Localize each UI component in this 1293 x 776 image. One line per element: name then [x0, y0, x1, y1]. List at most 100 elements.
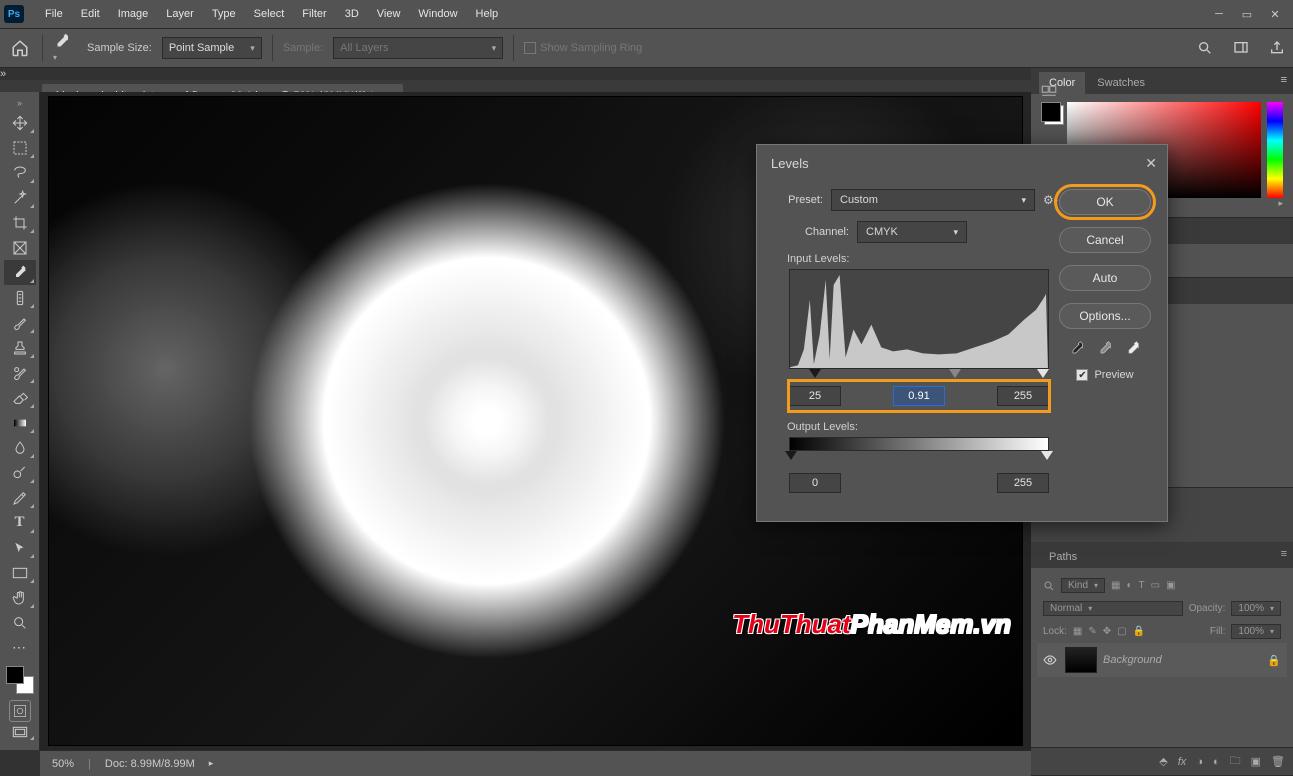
- input-mid-value[interactable]: 0.91: [893, 386, 945, 406]
- menu-type[interactable]: Type: [203, 0, 245, 28]
- input-slider[interactable]: [789, 369, 1049, 381]
- layer-name[interactable]: Background: [1103, 654, 1162, 666]
- input-black-value[interactable]: 25: [789, 386, 841, 406]
- doc-size[interactable]: Doc: 8.99M/8.99M: [105, 758, 195, 770]
- menu-3d[interactable]: 3D: [336, 0, 368, 28]
- tab-paths[interactable]: Paths: [1039, 546, 1087, 568]
- layer-kind-select[interactable]: Kind▾: [1061, 578, 1105, 593]
- hue-slider[interactable]: [1267, 102, 1283, 198]
- filter-pixel-icon[interactable]: ▦: [1111, 580, 1120, 591]
- filter-shape-icon[interactable]: ▭: [1151, 580, 1160, 591]
- sample-size-select[interactable]: Point Sample▾: [162, 37, 262, 59]
- eraser-tool[interactable]: [4, 385, 36, 410]
- lock-position-icon[interactable]: ✥: [1103, 626, 1111, 637]
- cancel-button[interactable]: Cancel: [1059, 227, 1151, 253]
- window-minimize[interactable]: ─: [1205, 4, 1233, 24]
- channel-select[interactable]: CMYK▾: [857, 221, 967, 243]
- lock-pixels-icon[interactable]: ▦: [1073, 626, 1082, 637]
- foreground-color[interactable]: [1041, 102, 1061, 122]
- layer-row-background[interactable]: Background 🔒: [1037, 643, 1287, 677]
- panel-flyout-icon[interactable]: ≡: [1281, 548, 1287, 560]
- workspace-icon[interactable]: [1223, 40, 1249, 56]
- layer-mask-icon[interactable]: ◑: [1196, 756, 1203, 768]
- type-tool[interactable]: T: [4, 510, 36, 535]
- ok-button[interactable]: OK: [1059, 189, 1151, 215]
- input-white-value[interactable]: 255: [997, 386, 1049, 406]
- eyedropper-tool[interactable]: [4, 260, 36, 285]
- filter-smart-icon[interactable]: ▣: [1166, 580, 1175, 591]
- home-button[interactable]: [8, 36, 32, 60]
- preset-gear-icon[interactable]: ⚙▾: [1043, 193, 1058, 207]
- eyedropper-icon[interactable]: ▾: [53, 33, 77, 63]
- menu-edit[interactable]: Edit: [72, 0, 109, 28]
- layer-filter-icon[interactable]: [1043, 580, 1055, 592]
- window-close[interactable]: ✕: [1261, 4, 1289, 24]
- edit-toolbar[interactable]: ⋯: [4, 635, 36, 660]
- histogram[interactable]: [789, 269, 1049, 369]
- black-eyedropper-icon[interactable]: [1069, 341, 1085, 357]
- output-white-slider[interactable]: [1041, 451, 1053, 460]
- dialog-titlebar[interactable]: Levels ✕: [757, 145, 1167, 181]
- toolbar-chevron-icon[interactable]: »: [0, 96, 39, 110]
- midtone-slider[interactable]: [949, 369, 961, 378]
- share-icon[interactable]: [1259, 40, 1285, 56]
- adjustment-layer-icon[interactable]: ◐: [1213, 756, 1220, 768]
- filter-adjust-icon[interactable]: ◐: [1126, 580, 1132, 591]
- panel-flyout-icon[interactable]: ≡: [1281, 74, 1287, 86]
- screen-mode-button[interactable]: [4, 722, 36, 742]
- blur-tool[interactable]: [4, 435, 36, 460]
- gray-eyedropper-icon[interactable]: [1097, 341, 1113, 357]
- output-white-value[interactable]: 255: [997, 473, 1049, 493]
- spot-heal-tool[interactable]: [4, 285, 36, 310]
- opacity-input[interactable]: 100%▾: [1231, 601, 1281, 616]
- menu-filter[interactable]: Filter: [293, 0, 335, 28]
- dodge-tool[interactable]: [4, 460, 36, 485]
- rectangle-tool[interactable]: [4, 560, 36, 585]
- crop-tool[interactable]: [4, 210, 36, 235]
- white-eyedropper-icon[interactable]: [1125, 341, 1141, 357]
- frame-tool[interactable]: [4, 235, 36, 260]
- wand-tool[interactable]: [4, 185, 36, 210]
- tab-swatches[interactable]: Swatches: [1087, 72, 1155, 94]
- fill-input[interactable]: 100%▾: [1231, 624, 1281, 639]
- white-point-slider[interactable]: [1037, 369, 1049, 378]
- hand-tool[interactable]: [4, 585, 36, 610]
- visibility-icon[interactable]: [1043, 653, 1059, 667]
- menu-window[interactable]: Window: [409, 0, 466, 28]
- output-black-slider[interactable]: [785, 451, 797, 460]
- window-restore[interactable]: ▭: [1233, 4, 1261, 24]
- quick-mask-button[interactable]: [9, 700, 31, 722]
- menu-view[interactable]: View: [368, 0, 410, 28]
- dialog-close-icon[interactable]: ✕: [1145, 155, 1157, 172]
- history-brush-tool[interactable]: [4, 360, 36, 385]
- color-swatches[interactable]: [6, 666, 34, 694]
- blend-mode-select[interactable]: Normal▾: [1043, 601, 1183, 616]
- pen-tool[interactable]: [4, 485, 36, 510]
- preset-select[interactable]: Custom▾: [831, 189, 1035, 211]
- output-gradient[interactable]: [789, 437, 1049, 451]
- stamp-tool[interactable]: [4, 335, 36, 360]
- menu-file[interactable]: File: [36, 0, 72, 28]
- output-slider[interactable]: [789, 451, 1049, 463]
- lock-brush-icon[interactable]: ✎: [1088, 626, 1096, 637]
- move-tool[interactable]: [4, 110, 36, 135]
- new-layer-icon[interactable]: ▣: [1251, 755, 1261, 768]
- menu-layer[interactable]: Layer: [157, 0, 203, 28]
- output-black-value[interactable]: 0: [789, 473, 841, 493]
- lock-all-icon[interactable]: 🔒: [1133, 626, 1145, 637]
- zoom-tool[interactable]: [4, 610, 36, 635]
- link-layers-icon[interactable]: ⬘: [1159, 755, 1167, 768]
- group-icon[interactable]: 🗀: [1230, 752, 1241, 771]
- menu-image[interactable]: Image: [109, 0, 158, 28]
- lock-artboard-icon[interactable]: ▢: [1117, 626, 1126, 637]
- artboard-tool[interactable]: [4, 135, 36, 160]
- black-point-slider[interactable]: [809, 369, 821, 378]
- layer-fx-icon[interactable]: fx: [1178, 756, 1187, 768]
- zoom-level[interactable]: 50%: [52, 758, 74, 770]
- gradient-tool[interactable]: [4, 410, 36, 435]
- menu-help[interactable]: Help: [467, 0, 508, 28]
- options-button[interactable]: Options...: [1059, 303, 1151, 329]
- lasso-tool[interactable]: [4, 160, 36, 185]
- search-icon[interactable]: [1187, 40, 1213, 56]
- preview-checkbox[interactable]: ✔Preview: [1076, 369, 1133, 381]
